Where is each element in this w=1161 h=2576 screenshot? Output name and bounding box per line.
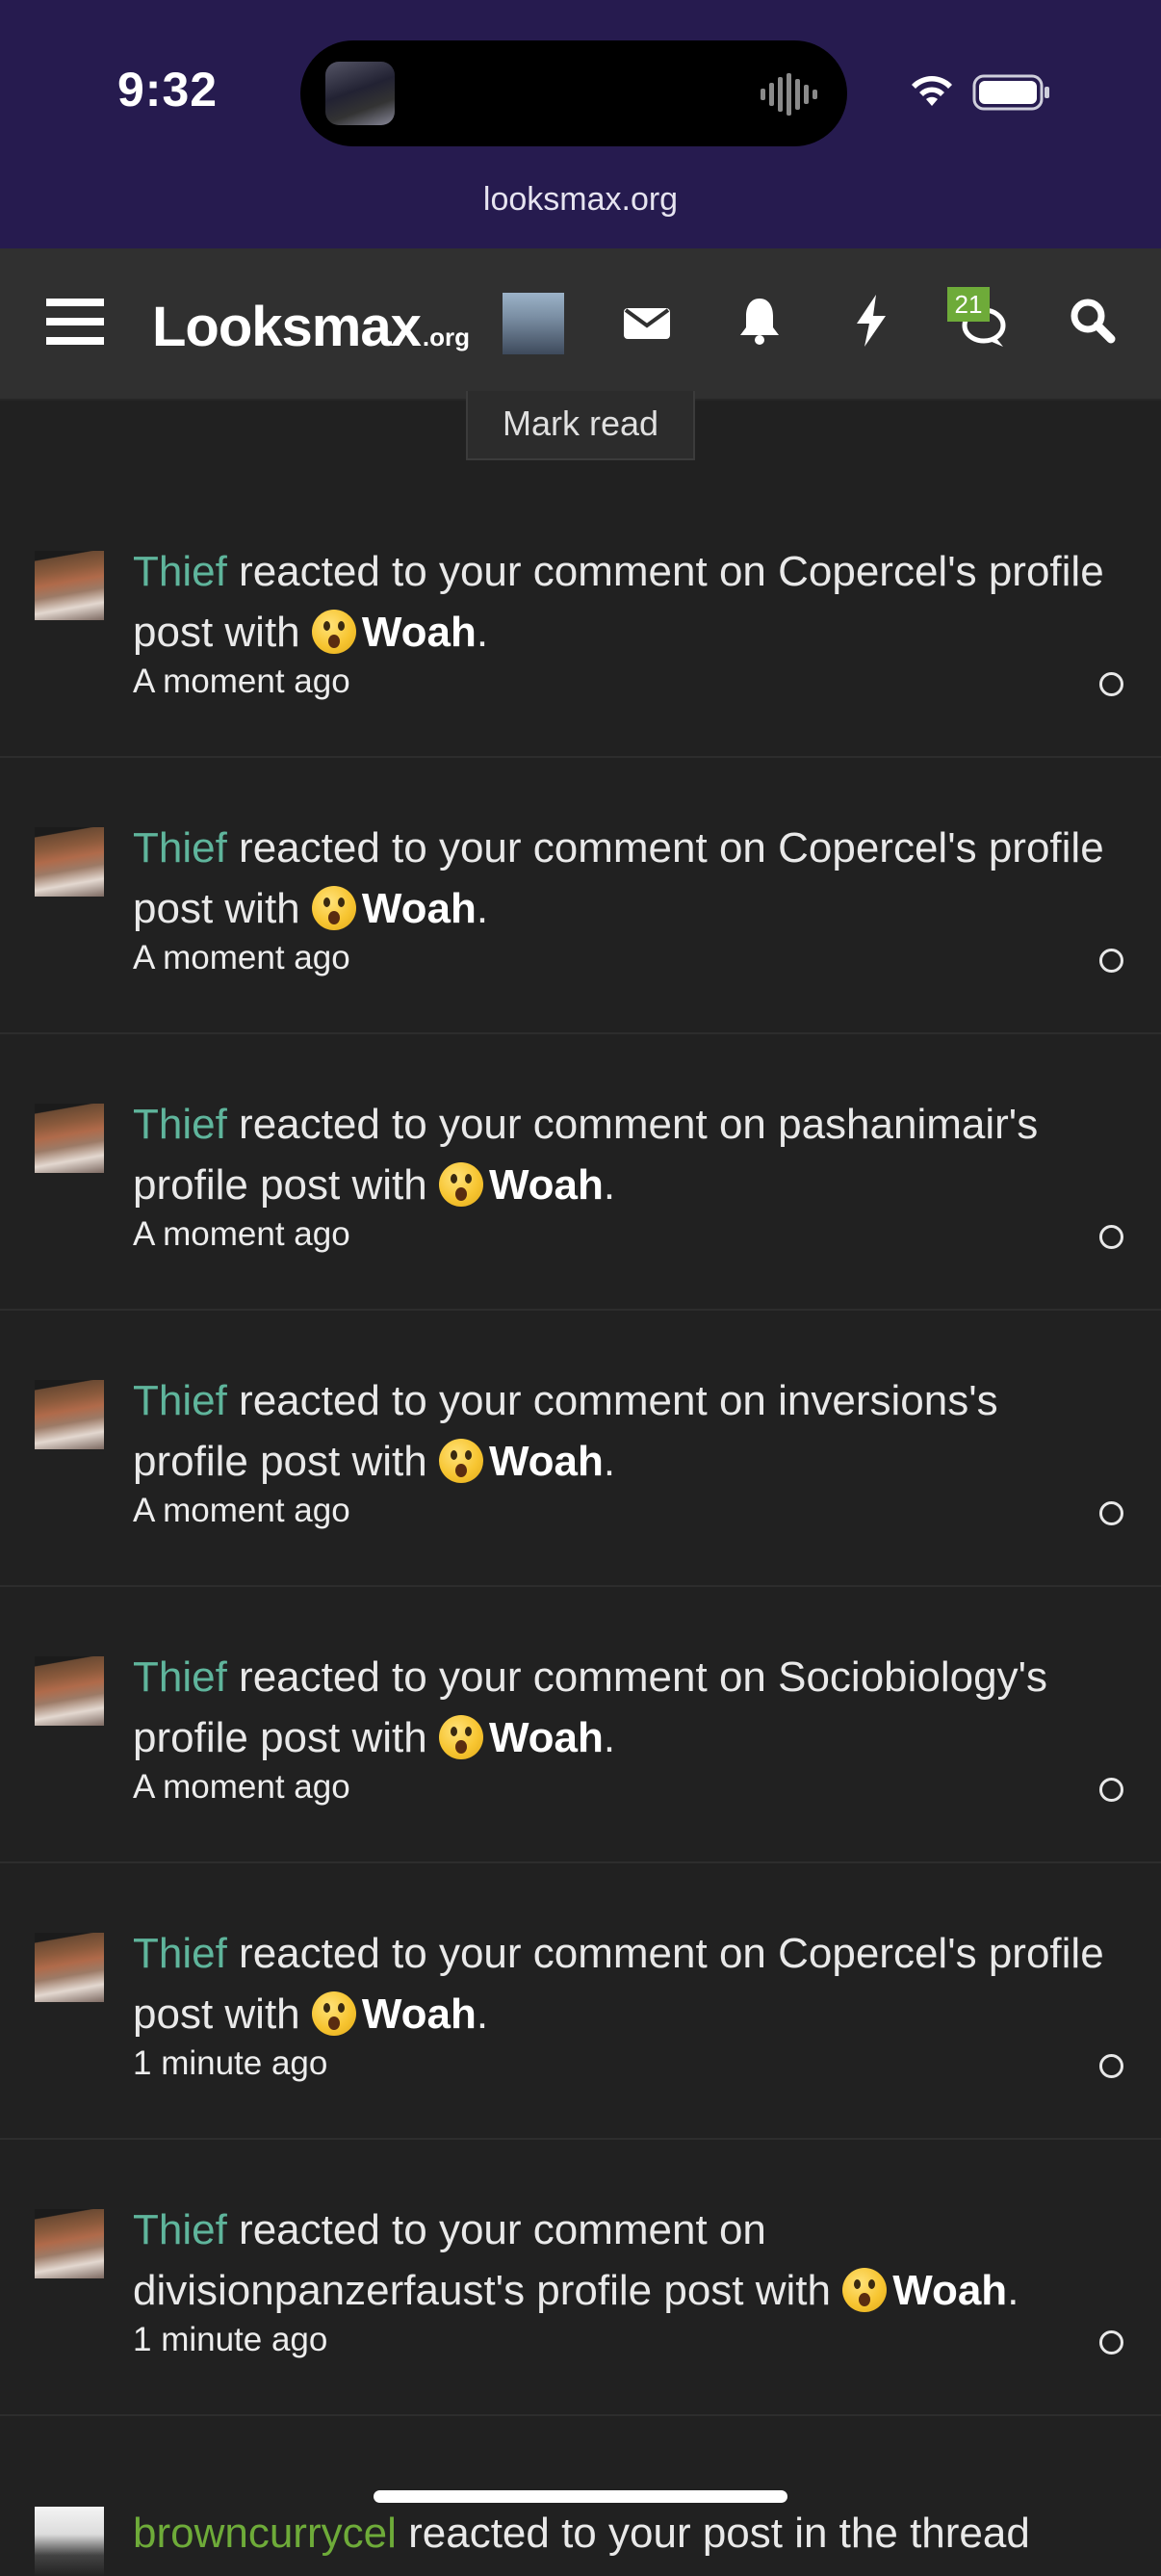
logo-suffix: .org xyxy=(422,323,470,351)
audio-waveform-icon xyxy=(761,73,817,116)
notification-item[interactable]: Thief reacted to your comment on divisio… xyxy=(0,2140,1161,2416)
search-icon[interactable] xyxy=(1069,297,1117,345)
notification-item[interactable]: Thief reacted to your comment on Coperce… xyxy=(0,481,1161,758)
notification-item[interactable]: Thief reacted to your comment on pashani… xyxy=(0,1034,1161,1311)
conversations-badge: 21 xyxy=(947,287,990,322)
notification-time: A moment ago xyxy=(133,663,350,700)
notification-avatar[interactable] xyxy=(35,1380,104,1449)
dynamic-island xyxy=(300,40,847,146)
status-bar: 9:32 looksmax.org xyxy=(0,0,1161,248)
woah-emoji-icon xyxy=(311,1991,356,2036)
notification-item[interactable]: Thief reacted to your comment on Coperce… xyxy=(0,758,1161,1034)
mark-read-toggle[interactable] xyxy=(1099,2054,1123,2078)
logo-text: Looksmax xyxy=(152,296,422,358)
now-playing-thumbnail xyxy=(325,62,395,125)
notification-body: reacted to your comment on Copercel's pr… xyxy=(133,824,1104,932)
mark-read-toggle[interactable] xyxy=(1099,1501,1123,1525)
reaction-name: Woah xyxy=(361,1991,477,2038)
notification-avatar[interactable] xyxy=(35,1656,104,1726)
notification-punct: . xyxy=(476,1991,489,2038)
notification-punct: . xyxy=(476,609,489,656)
wifi-icon xyxy=(912,76,952,106)
notification-text[interactable]: Thief reacted to your comment on inversi… xyxy=(133,1370,1105,1492)
woah-emoji-icon xyxy=(438,1715,483,1759)
address-bar-url[interactable]: looksmax.org xyxy=(0,181,1161,219)
mark-read-toggle[interactable] xyxy=(1099,672,1123,696)
reaction-name: Woah xyxy=(488,1714,604,1761)
notification-body: reacted to your comment on divisionpanze… xyxy=(133,2206,843,2314)
woah-emoji-icon xyxy=(311,610,356,654)
user-avatar[interactable] xyxy=(503,293,564,354)
notification-username[interactable]: Thief xyxy=(133,1101,227,1148)
notification-punct: . xyxy=(1007,2267,1019,2314)
notification-text[interactable]: browncurrycel reacted to your post in th… xyxy=(133,2503,1105,2563)
woah-emoji-icon xyxy=(438,1162,483,1207)
lightning-bolt-icon[interactable] xyxy=(855,295,888,347)
woah-emoji-icon xyxy=(438,1439,483,1483)
reaction-name: Woah xyxy=(488,1438,604,1485)
reaction-name: Woah xyxy=(488,1161,604,1209)
reaction-name: Woah xyxy=(361,609,477,656)
notification-avatar[interactable] xyxy=(35,1933,104,2002)
notification-username[interactable]: Thief xyxy=(133,1930,227,1977)
mark-read-toggle[interactable] xyxy=(1099,1225,1123,1249)
notification-punct: . xyxy=(603,1161,616,1209)
top-navbar: Looksmax.org 21 xyxy=(0,248,1161,401)
envelope-icon[interactable] xyxy=(624,302,670,341)
notification-username[interactable]: Thief xyxy=(133,1377,227,1424)
notification-body: reacted to your comment on Copercel's pr… xyxy=(133,1930,1104,2038)
notification-punct: . xyxy=(476,885,489,932)
hamburger-menu-icon[interactable] xyxy=(46,297,104,347)
battery-icon xyxy=(972,74,1049,111)
notification-punct: . xyxy=(603,1714,616,1761)
notification-username[interactable]: browncurrycel xyxy=(133,2510,397,2557)
notification-time: A moment ago xyxy=(133,1215,350,1253)
mark-read-toggle[interactable] xyxy=(1099,1778,1123,1802)
woah-emoji-icon xyxy=(311,886,356,930)
status-time: 9:32 xyxy=(117,63,219,117)
notification-text[interactable]: Thief reacted to your comment on divisio… xyxy=(133,2199,1105,2321)
notification-item[interactable]: browncurrycel reacted to your post in th… xyxy=(0,2416,1161,2576)
notification-avatar[interactable] xyxy=(35,827,104,897)
notification-time: A moment ago xyxy=(133,1492,350,1529)
notification-time: A moment ago xyxy=(133,1768,350,1806)
notification-list: Thief reacted to your comment on Coperce… xyxy=(0,481,1161,2576)
notification-avatar[interactable] xyxy=(35,2507,104,2576)
notification-punct: . xyxy=(603,1438,616,1485)
notification-text[interactable]: Thief reacted to your comment on Coperce… xyxy=(133,818,1105,939)
home-indicator[interactable] xyxy=(374,2490,787,2503)
notification-item[interactable]: Thief reacted to your comment on Coperce… xyxy=(0,1863,1161,2140)
site-logo[interactable]: Looksmax.org xyxy=(152,295,470,359)
notification-avatar[interactable] xyxy=(35,2209,104,2278)
notification-username[interactable]: Thief xyxy=(133,1653,227,1701)
notification-time: 1 minute ago xyxy=(133,2321,328,2358)
mark-read-button[interactable]: Mark read xyxy=(466,391,695,460)
mark-read-toggle[interactable] xyxy=(1099,2330,1123,2355)
notification-item[interactable]: Thief reacted to your comment on Sociobi… xyxy=(0,1587,1161,1863)
notification-body: reacted to your post in the thread xyxy=(396,2510,1030,2557)
notification-time: A moment ago xyxy=(133,939,350,976)
woah-emoji-icon xyxy=(842,2268,888,2312)
notification-body: reacted to your comment on Copercel's pr… xyxy=(133,548,1104,656)
notification-username[interactable]: Thief xyxy=(133,548,227,595)
notification-text[interactable]: Thief reacted to your comment on Coperce… xyxy=(133,1923,1105,2044)
notification-text[interactable]: Thief reacted to your comment on Coperce… xyxy=(133,541,1105,663)
reaction-name: Woah xyxy=(892,2267,1008,2314)
notification-avatar[interactable] xyxy=(35,551,104,620)
reaction-name: Woah xyxy=(361,885,477,932)
notification-item[interactable]: Thief reacted to your comment on inversi… xyxy=(0,1311,1161,1587)
notification-text[interactable]: Thief reacted to your comment on pashani… xyxy=(133,1094,1105,1215)
notification-text[interactable]: Thief reacted to your comment on Sociobi… xyxy=(133,1647,1105,1768)
notification-username[interactable]: Thief xyxy=(133,824,227,872)
bell-icon[interactable] xyxy=(737,297,782,345)
notification-username[interactable]: Thief xyxy=(133,2206,227,2253)
notification-time: 1 minute ago xyxy=(133,2044,328,2082)
mark-read-toggle[interactable] xyxy=(1099,949,1123,973)
notification-avatar[interactable] xyxy=(35,1104,104,1173)
